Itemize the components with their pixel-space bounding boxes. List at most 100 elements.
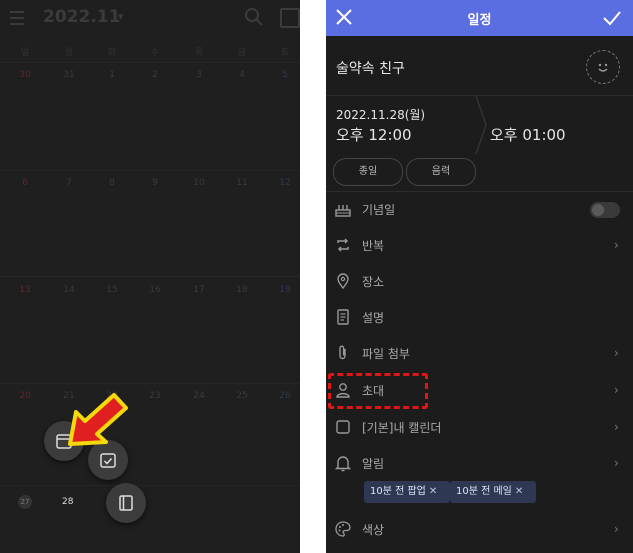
day-cell[interactable]: 19 — [275, 285, 295, 295]
description-row[interactable]: 설명 — [326, 302, 633, 332]
day-cell[interactable]: 26 — [275, 391, 295, 401]
day-cell[interactable]: 17 — [189, 285, 209, 295]
chevron-right-icon: › — [614, 456, 619, 470]
anniversary-label: 기념일 — [362, 203, 396, 217]
chevron-right-icon: › — [614, 522, 619, 536]
weekday-fri: 금 — [237, 48, 247, 58]
menu-icon[interactable] — [10, 11, 24, 29]
note-icon — [337, 309, 349, 325]
anniversary-row[interactable]: 기념일 — [326, 194, 633, 224]
day-cell[interactable]: 12 — [275, 178, 295, 188]
day-cell[interactable]: 16 — [145, 285, 165, 295]
day-cell[interactable]: 18 — [232, 285, 252, 295]
sticker-button[interactable] — [586, 50, 620, 84]
chevron-right-icon: › — [614, 383, 619, 397]
day-cell[interactable]: 3 — [189, 70, 209, 80]
day-cell[interactable]: 2 — [145, 70, 165, 80]
weekday-mon: 월 — [64, 48, 74, 58]
paperclip-icon — [339, 345, 346, 360]
weekday-wed: 수 — [150, 48, 160, 58]
calendar-icon — [336, 420, 350, 434]
editor-header: 일정 — [326, 0, 633, 36]
end-time[interactable]: 오후 01:00 — [490, 124, 566, 145]
day-cell[interactable]: 14 — [59, 285, 79, 295]
calendar-row[interactable]: [기본]내 캘린더 › — [326, 412, 633, 442]
alarm-row[interactable]: 알림 › — [326, 448, 633, 478]
close-icon[interactable]: ✕ — [515, 486, 523, 497]
day-cell[interactable]: 1 — [102, 70, 122, 80]
annotation-arrow-icon — [68, 393, 128, 446]
weekday-thu: 목 — [194, 48, 204, 58]
month-title[interactable]: 2022.11 — [43, 7, 120, 27]
smiley-icon — [598, 63, 608, 72]
alarm-chip[interactable]: 10분 전 팝업 ✕ — [364, 481, 450, 503]
new-diary-button[interactable] — [106, 483, 146, 523]
chevron-right-icon: › — [614, 420, 619, 434]
alarm-chip[interactable]: 10분 전 메일 ✕ — [450, 481, 536, 503]
repeat-row[interactable]: 반복 › — [326, 230, 633, 260]
check-icon[interactable] — [602, 9, 622, 27]
divider — [0, 62, 300, 63]
alarm-chip-label: 10분 전 팝업 — [370, 486, 426, 497]
day-cell[interactable]: 7 — [59, 178, 79, 188]
notebook-icon — [119, 495, 133, 511]
day-cell[interactable]: 6 — [15, 178, 35, 188]
start-time[interactable]: 오후 12:00 — [336, 124, 412, 145]
divider — [326, 191, 633, 192]
lunar-button[interactable]: 음력 — [406, 158, 476, 186]
color-row[interactable]: 색상 › — [326, 514, 633, 544]
place-label: 장소 — [362, 275, 385, 289]
chevron-right-icon — [475, 96, 487, 154]
close-icon[interactable]: ✕ — [429, 486, 437, 497]
divider — [0, 170, 300, 171]
day-cell[interactable]: 9 — [145, 178, 165, 188]
editor-title: 일정 — [467, 13, 492, 28]
chevron-down-icon[interactable]: ▾ — [118, 10, 124, 23]
day-cell[interactable]: 11 — [232, 178, 252, 188]
day-cell[interactable]: 27 — [18, 495, 32, 509]
day-cell[interactable]: 31 — [59, 70, 79, 80]
day-cell[interactable]: 10 — [189, 178, 209, 188]
location-icon — [337, 273, 349, 290]
cake-icon — [335, 205, 351, 217]
anniversary-toggle[interactable] — [590, 202, 620, 218]
palette-icon — [335, 521, 351, 537]
day-cell[interactable]: 4 — [232, 70, 252, 80]
day-cell[interactable]: 13 — [15, 285, 35, 295]
today-date[interactable]: 28 — [62, 497, 73, 507]
divider — [0, 485, 300, 486]
bell-icon — [334, 456, 352, 472]
day-cell[interactable]: 5 — [275, 70, 295, 80]
calendar-header: 2022.11 ▾ — [0, 0, 300, 36]
weekday-sat: 토 — [280, 48, 290, 58]
search-icon[interactable] — [244, 7, 264, 31]
repeat-label: 반복 — [362, 239, 385, 253]
calendar-label: [기본]내 캘린더 — [362, 421, 442, 435]
day-cell[interactable]: 15 — [102, 285, 122, 295]
day-cell[interactable]: 20 — [15, 391, 35, 401]
calendar-check-icon — [100, 453, 116, 468]
color-label: 색상 — [362, 523, 385, 537]
description-label: 설명 — [362, 311, 385, 325]
day-cell[interactable]: 24 — [189, 391, 209, 401]
weekday-sun: 일 — [20, 48, 30, 58]
day-cell[interactable]: 25 — [232, 391, 252, 401]
calendar-month-view: 2022.11 ▾ 일 월 화 수 목 금 토 30 31 1 2 3 4 5 … — [0, 0, 300, 553]
calendar-view-icon[interactable] — [280, 8, 300, 28]
allday-button[interactable]: 종일 — [333, 158, 403, 186]
event-editor: 일정 술약속 친구 2022.11.28(월) 오후 12:00 오후 01:0… — [326, 0, 633, 553]
divider — [0, 383, 300, 384]
day-cell[interactable]: 23 — [145, 391, 165, 401]
day-cell[interactable]: 30 — [15, 70, 35, 80]
chevron-right-icon: › — [614, 238, 619, 252]
event-title-input[interactable]: 술약속 친구 — [336, 58, 405, 78]
attachment-row[interactable]: 파일 첨부 › — [326, 338, 633, 368]
start-date[interactable]: 2022.11.28(월) — [336, 106, 425, 123]
alarm-label: 알림 — [362, 457, 385, 471]
day-cell[interactable]: 8 — [102, 178, 122, 188]
place-row[interactable]: 장소 — [326, 266, 633, 296]
repeat-icon — [337, 238, 349, 252]
highlight-box — [328, 373, 428, 409]
weekday-tue: 화 — [107, 48, 117, 58]
alarm-chip-label: 10분 전 메일 — [456, 486, 512, 497]
